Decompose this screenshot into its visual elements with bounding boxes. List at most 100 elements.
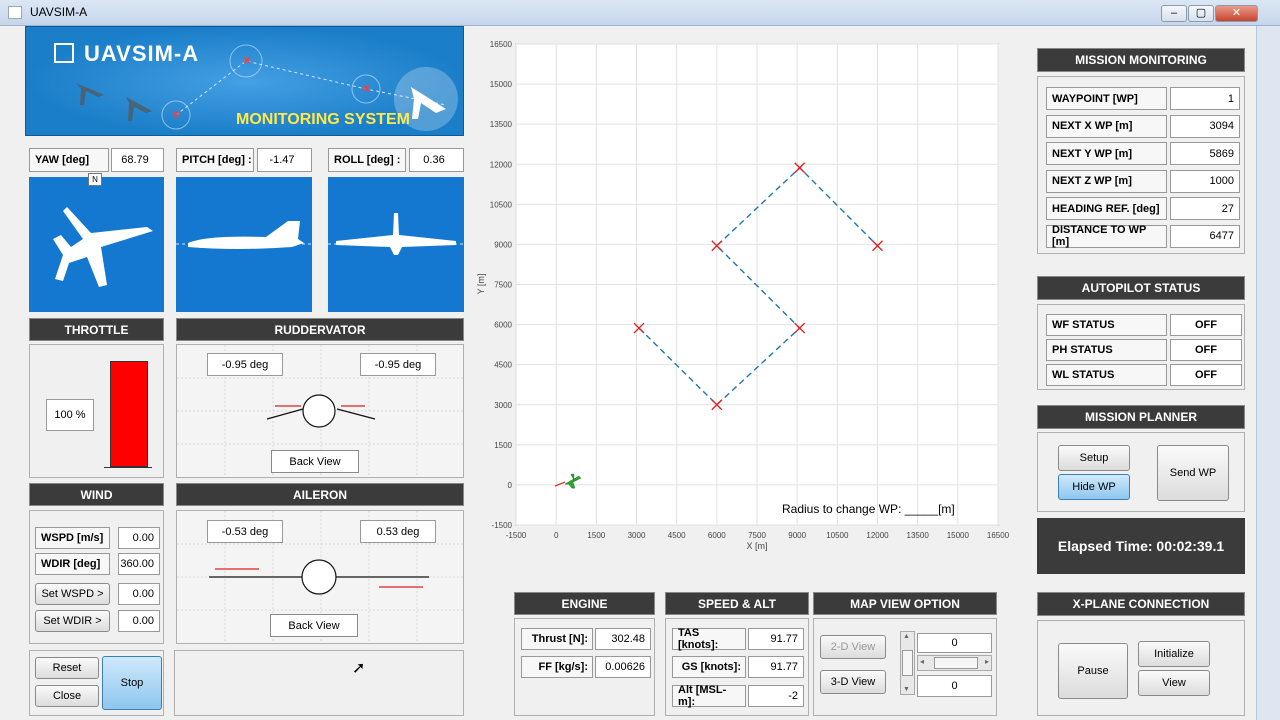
hide-wp-button[interactable]: Hide WP: [1058, 474, 1130, 500]
map-x-tick-label: 0: [554, 531, 559, 540]
throttle-track: [110, 361, 148, 467]
wdir-label: WDIR [deg]: [35, 553, 110, 575]
set-wspd-button[interactable]: Set WSPD >: [35, 583, 110, 605]
mission-row-label: WAYPOINT [WP]: [1046, 87, 1167, 110]
mission-row-value: 6477: [1170, 224, 1240, 248]
aileron-right-value: 0.53 deg: [360, 520, 436, 543]
map-x-tick-label: 4500: [668, 531, 686, 540]
maximize-button[interactable]: ▢: [1188, 5, 1214, 22]
mission-row-value: 1000: [1170, 169, 1240, 193]
slider-right-arrow-icon[interactable]: ▸: [985, 657, 989, 666]
map-y-tick-label: -1500: [492, 521, 513, 530]
map-view-header: MAP VIEW OPTION: [813, 592, 997, 615]
horizontal-slider[interactable]: ◂ ▸: [917, 655, 992, 671]
close-button[interactable]: Close: [35, 685, 99, 707]
roll-aircraft-icon: [328, 213, 464, 255]
ruddervator-back-view-button[interactable]: Back View: [271, 450, 359, 473]
slider-up-arrow-icon[interactable]: ▲: [903, 633, 910, 640]
set-wdir-input[interactable]: 0.00: [118, 610, 160, 632]
vertical-slider[interactable]: ▲ ▼: [900, 631, 915, 695]
svg-text:×: ×: [172, 106, 180, 122]
map-x-tick-label: 16500: [987, 531, 1010, 540]
horizontal-slider-thumb[interactable]: [934, 657, 978, 669]
vertical-slider-thumb[interactable]: [902, 650, 913, 676]
brand-square-icon: [54, 43, 74, 63]
set-wspd-input[interactable]: 0.00: [118, 583, 160, 605]
engine-header: ENGINE: [514, 592, 655, 615]
aileron-back-view-button[interactable]: Back View: [270, 614, 358, 637]
elapsed-time-display: Elapsed Time: 00:02:39.1: [1037, 518, 1245, 574]
minimize-button[interactable]: –: [1161, 5, 1187, 22]
mission-row-label: NEXT Y WP [m]: [1046, 142, 1167, 165]
map-y-tick-label: 3000: [494, 401, 512, 410]
ruddervator-panel: -0.95 deg -0.95 deg Back View: [176, 344, 464, 478]
tas-label: TAS [knots]:: [672, 627, 746, 651]
slider-down-arrow-icon[interactable]: ▼: [903, 686, 910, 693]
autopilot-row-status: OFF: [1170, 314, 1242, 336]
autopilot-row-status: OFF: [1170, 339, 1242, 361]
stop-button[interactable]: Stop: [102, 656, 162, 710]
roll-label: ROLL [deg] :: [328, 148, 406, 172]
ruddervator-left-value: -0.95 deg: [207, 353, 283, 376]
fuel-flow-label: FF [kg/s]:: [521, 656, 593, 678]
pause-button[interactable]: Pause: [1058, 643, 1128, 699]
wind-panel: WSPD [m/s] 0.00 WDIR [deg] 360.00 Set WS…: [29, 510, 164, 644]
yaw-aircraft-icon: [53, 207, 153, 287]
speed-alt-panel: TAS [knots]: 91.77 GS [knots]: 91.77 Alt…: [665, 618, 809, 716]
map-y-tick-label: 12000: [490, 160, 513, 169]
map-x-tick-label: 6000: [708, 531, 726, 540]
set-wdir-button[interactable]: Set WDIR >: [35, 610, 110, 632]
map-x-tick-label: 7500: [748, 531, 766, 540]
map-y-tick-label: 9000: [494, 240, 512, 249]
wind-header: WIND: [29, 483, 164, 506]
roll-value: 0.36: [409, 148, 464, 172]
pitch-display: [176, 177, 312, 312]
map-x-tick-label: 12000: [866, 531, 889, 540]
mission-planner-header: MISSION PLANNER: [1037, 405, 1245, 429]
reset-button[interactable]: Reset: [35, 657, 99, 679]
map-x-tick-label: 1500: [587, 531, 605, 540]
mission-row-value: 27: [1170, 197, 1240, 220]
tas-value: 91.77: [748, 628, 804, 650]
mission-row-label: NEXT X WP [m]: [1046, 114, 1167, 138]
yaw-value: 68.79: [111, 148, 164, 172]
wspd-label: WSPD [m/s]: [35, 527, 110, 549]
slider-left-arrow-icon[interactable]: ◂: [920, 657, 924, 666]
thrust-value: 302.48: [595, 628, 651, 650]
send-wp-button[interactable]: Send WP: [1157, 445, 1229, 501]
north-marker: N: [88, 173, 102, 186]
fuel-flow-value: 0.00626: [595, 656, 651, 678]
map-x-label: X [m]: [746, 541, 767, 551]
control-buttons-panel: Reset Close Stop: [29, 650, 164, 716]
map-y-label: Y [m]: [476, 274, 486, 295]
radius-note: Radius to change WP: _____[m]: [782, 502, 955, 516]
close-window-button[interactable]: ✕: [1215, 5, 1258, 22]
wdir-value: 360.00: [118, 553, 160, 575]
autopilot-panel: WF STATUS OFF PH STATUS OFF WL STATUS OFF: [1037, 304, 1245, 390]
setup-button[interactable]: Setup: [1058, 445, 1130, 471]
roll-display: [328, 177, 464, 312]
throttle-value: 100 %: [46, 399, 94, 431]
view-2d-button[interactable]: 2-D View: [820, 635, 886, 659]
map-y-tick-label: 7500: [494, 281, 512, 290]
autopilot-row-label: WL STATUS: [1046, 364, 1167, 386]
mission-monitoring-header: MISSION MONITORING: [1037, 48, 1245, 72]
throttle-header: THROTTLE: [29, 318, 164, 341]
ruddervator-header: RUDDERVATOR: [176, 318, 464, 341]
autopilot-header: AUTOPILOT STATUS: [1037, 276, 1245, 300]
map-x-tick-label: 10500: [826, 531, 849, 540]
throttle-baseline: [104, 467, 152, 468]
pitch-label: PITCH [deg] :: [176, 148, 254, 172]
throttle-panel: 100 %: [29, 344, 164, 478]
map-plot[interactable]: -1500 0 1500 3000 4500 6000 7500 9000 10500 12000…: [476, 36, 1016, 556]
yaw-label: YAW [deg]: [29, 148, 109, 172]
window-title: UAVSIM-A: [30, 5, 88, 19]
aileron-header: AILERON: [176, 483, 464, 506]
initialize-button[interactable]: Initialize: [1138, 641, 1210, 667]
view-button[interactable]: View: [1138, 670, 1210, 696]
view-3d-button[interactable]: 3-D View: [820, 670, 886, 694]
map-x-tick-label: 13500: [907, 531, 930, 540]
map-view-top-value: 0: [917, 633, 992, 653]
wspd-value: 0.00: [118, 527, 160, 549]
mission-row-label: HEADING REF. [deg]: [1046, 197, 1167, 220]
